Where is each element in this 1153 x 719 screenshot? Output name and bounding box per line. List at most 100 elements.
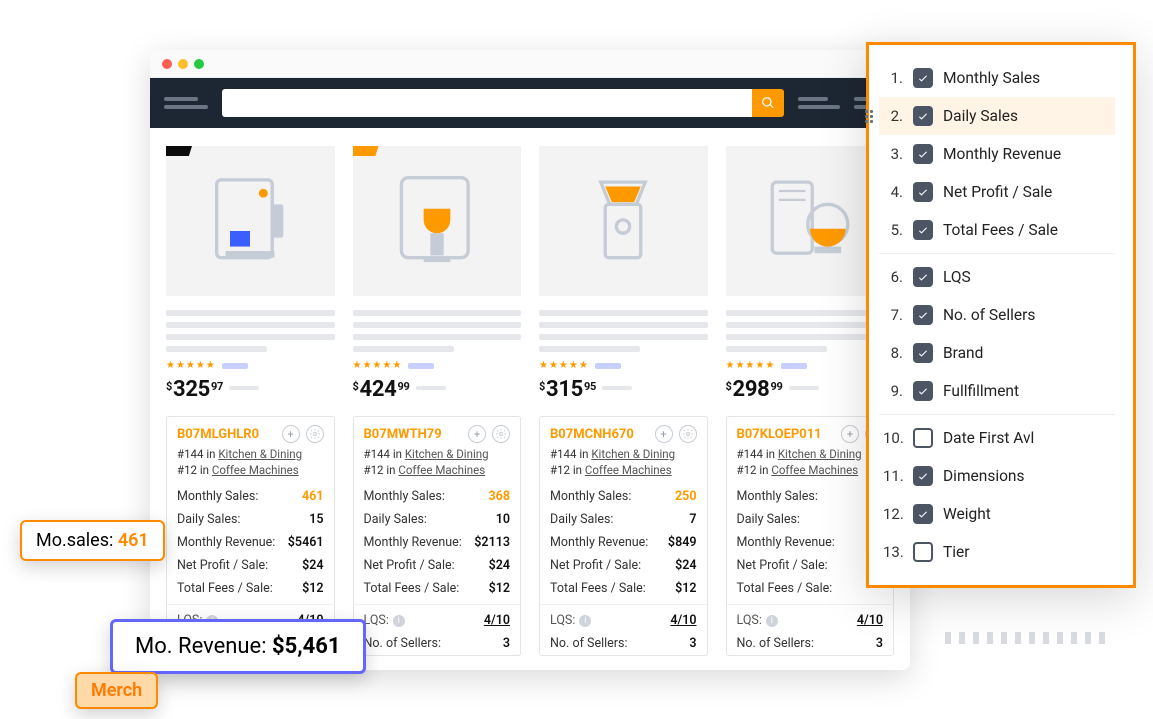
product-rank-secondary: #12 in Coffee Machines (550, 463, 697, 477)
gear-icon[interactable] (492, 425, 510, 443)
product-rating: ★★★★★ (166, 360, 335, 371)
column-checkbox[interactable] (913, 428, 933, 448)
column-checkbox[interactable] (913, 381, 933, 401)
column-config-row[interactable]: 2. Daily Sales (879, 97, 1115, 135)
column-config-row[interactable]: 10. Date First Avl (879, 419, 1115, 457)
column-config-row[interactable]: 4. Net Profit / Sale (879, 173, 1115, 211)
product-thumbnail[interactable] (539, 146, 708, 296)
nav-left-skeleton (164, 97, 208, 109)
column-checkbox[interactable] (913, 144, 933, 164)
decorative-dots (945, 632, 1105, 644)
search-input[interactable] (222, 89, 752, 117)
column-label: Brand (943, 344, 983, 362)
stat-daily-sales: Daily Sales:7 (540, 508, 707, 531)
product-grid: ★★★★★ $32597 B07MLGHLR0 + #144 in Kitche… (150, 128, 910, 656)
window-maximize-icon[interactable] (194, 59, 204, 69)
stat-lqs: LQS:i4/10 (354, 604, 521, 632)
column-checkbox[interactable] (913, 343, 933, 363)
column-config-row[interactable]: 11. Dimensions (879, 457, 1115, 495)
subcategory-link[interactable]: Coffee Machines (398, 463, 485, 477)
callout-monthly-revenue: Mo. Revenue: $5,461 (110, 619, 366, 674)
add-icon[interactable]: + (282, 425, 300, 443)
add-icon[interactable]: + (655, 425, 673, 443)
product-rank-primary: #144 in Kitchen & Dining (364, 447, 511, 461)
product-rating: ★★★★★ (353, 360, 522, 371)
column-label: LQS (943, 268, 971, 286)
gear-icon[interactable] (306, 425, 324, 443)
stat-monthly-revenue: Monthly Revenue:$5461 (167, 531, 334, 554)
column-config-row[interactable]: 3. Monthly Revenue (879, 135, 1115, 173)
column-number: 5. (883, 221, 903, 239)
column-checkbox[interactable] (913, 182, 933, 202)
stat-lqs: LQS:i4/10 (727, 604, 894, 632)
column-checkbox[interactable] (913, 267, 933, 287)
product-asin[interactable]: B07MCNH670 (550, 427, 634, 442)
category-link[interactable]: Kitchen & Dining (778, 447, 862, 461)
column-checkbox[interactable] (913, 305, 933, 325)
column-config-row[interactable]: 7. No. of Sellers (879, 296, 1115, 334)
column-label: Net Profit / Sale (943, 183, 1052, 201)
product-title-skeleton (539, 310, 708, 352)
app-header (150, 78, 910, 128)
product-title-skeleton (353, 310, 522, 352)
category-link[interactable]: Kitchen & Dining (218, 447, 302, 461)
subcategory-link[interactable]: Coffee Machines (771, 463, 858, 477)
stat-total-fees: Total Fees / Sale:$12 (354, 577, 521, 600)
search-button[interactable] (752, 89, 784, 117)
callout-morevenue-label: Mo. Revenue: (135, 634, 272, 659)
product-asin[interactable]: B07MLGHLR0 (177, 427, 259, 442)
stat-net-profit: Net Profit / Sale:$24 (354, 554, 521, 577)
product-asin[interactable]: B07MWTH79 (364, 427, 442, 442)
column-label: Daily Sales (943, 107, 1018, 125)
add-icon[interactable]: + (841, 425, 859, 443)
stars-icon: ★★★★★ (539, 360, 589, 371)
info-icon[interactable]: i (766, 615, 778, 627)
column-config-row[interactable]: 8. Brand (879, 334, 1115, 372)
column-config-row[interactable]: 6. LQS (879, 258, 1115, 296)
callout-merch-label: Merch (91, 680, 142, 701)
callout-morevenue-value: $5,461 (272, 634, 341, 659)
column-number: 1. (883, 69, 903, 87)
stat-lqs: LQS:i4/10 (540, 604, 707, 632)
column-number: 13. (883, 543, 903, 561)
column-checkbox[interactable] (913, 220, 933, 240)
column-config-row[interactable]: 5. Total Fees / Sale (879, 211, 1115, 249)
column-config-row[interactable]: 12. Weight (879, 495, 1115, 533)
category-link[interactable]: Kitchen & Dining (591, 447, 675, 461)
nav-right-skeleton-1 (798, 97, 840, 109)
info-icon[interactable]: i (393, 615, 405, 627)
column-config-row[interactable]: 9. Fullfillment (879, 372, 1115, 410)
window-minimize-icon[interactable] (178, 59, 188, 69)
column-number: 3. (883, 145, 903, 163)
column-separator (879, 253, 1115, 254)
column-checkbox[interactable] (913, 466, 933, 486)
column-config-row[interactable]: 1. Monthly Sales (879, 59, 1115, 97)
column-checkbox[interactable] (913, 504, 933, 524)
column-checkbox[interactable] (913, 68, 933, 88)
product-asin[interactable]: B07KLOEP011 (737, 427, 822, 442)
column-label: Fullfillment (943, 382, 1019, 400)
product-title-skeleton (166, 310, 335, 352)
column-number: 12. (883, 505, 903, 523)
search-icon (761, 96, 775, 110)
column-checkbox[interactable] (913, 542, 933, 562)
product-rank-primary: #144 in Kitchen & Dining (177, 447, 324, 461)
gear-icon[interactable] (679, 425, 697, 443)
add-icon[interactable]: + (468, 425, 486, 443)
product-card: ★★★★★ $32597 B07MLGHLR0 + #144 in Kitche… (166, 146, 335, 656)
drag-handle-icon[interactable] (865, 110, 873, 123)
subcategory-link[interactable]: Coffee Machines (585, 463, 672, 477)
column-checkbox[interactable] (913, 106, 933, 126)
column-number: 7. (883, 306, 903, 324)
column-config-row[interactable]: 13. Tier (879, 533, 1115, 571)
category-link[interactable]: Kitchen & Dining (405, 447, 489, 461)
column-number: 10. (883, 429, 903, 447)
window-close-icon[interactable] (162, 59, 172, 69)
product-thumbnail[interactable] (166, 146, 335, 296)
rating-count-skeleton (408, 363, 434, 369)
product-thumbnail[interactable] (353, 146, 522, 296)
info-icon[interactable]: i (579, 615, 591, 627)
column-label: Date First Avl (943, 429, 1034, 447)
subcategory-link[interactable]: Coffee Machines (212, 463, 299, 477)
product-rating: ★★★★★ (539, 360, 708, 371)
